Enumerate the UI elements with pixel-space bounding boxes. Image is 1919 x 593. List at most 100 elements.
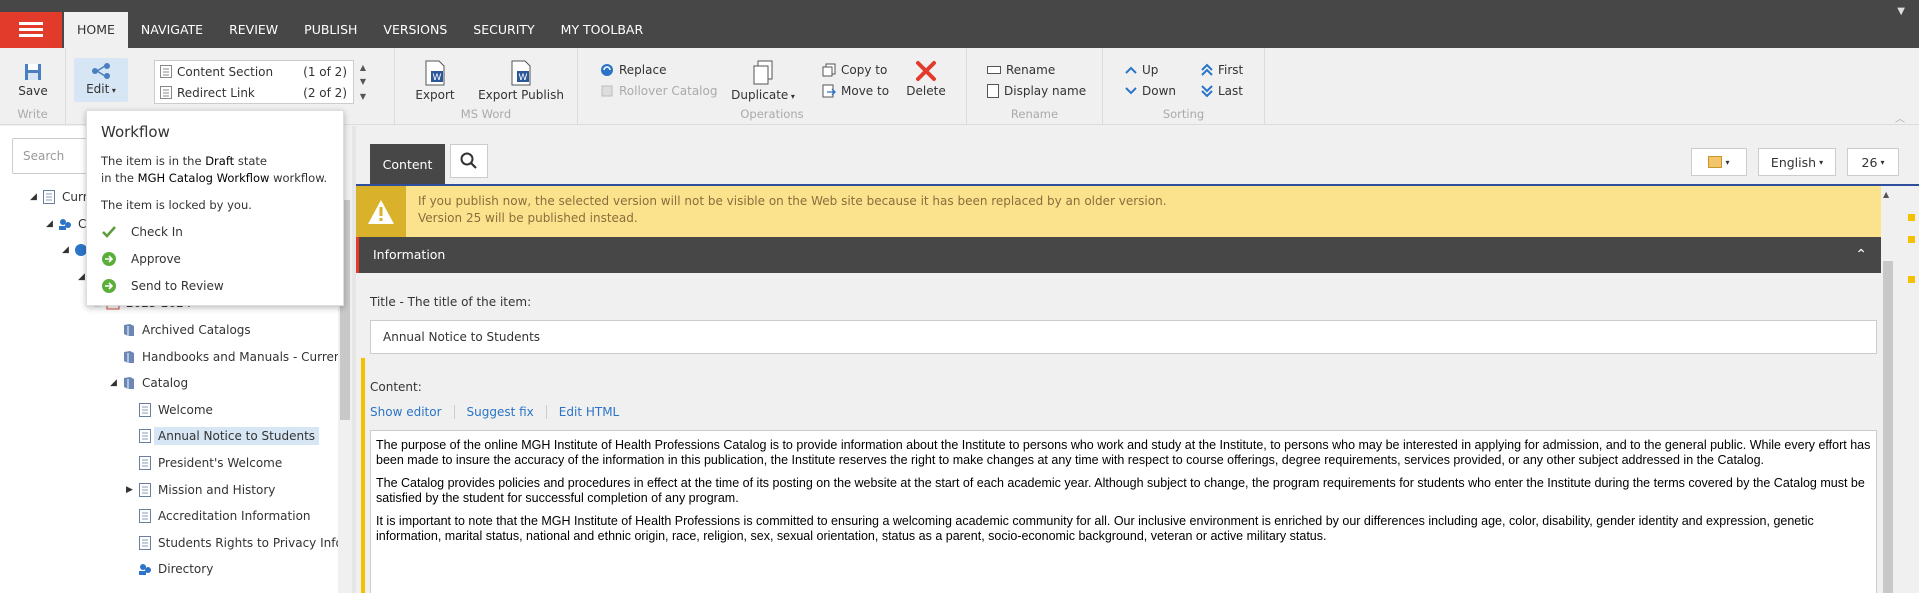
collapse-arrow-icon[interactable]: ◢: [30, 192, 42, 202]
tree-item[interactable]: Directory: [126, 558, 213, 580]
page-icon: [138, 402, 158, 417]
chevron-down-icon[interactable]: ▼: [360, 77, 366, 86]
card-icon: [1708, 156, 1723, 168]
show-editor-link[interactable]: Show editor: [370, 405, 454, 419]
tree-item[interactable]: Archived Catalogs: [110, 319, 251, 341]
version-select[interactable]: 26 ▾: [1847, 148, 1899, 176]
check-in-action[interactable]: Check In: [101, 218, 329, 245]
chevron-up-icon: [1125, 66, 1137, 74]
tree-item[interactable]: Students Rights to Privacy Infor: [126, 532, 348, 554]
tree-item[interactable]: Welcome: [126, 399, 213, 421]
delete-button[interactable]: Delete: [904, 60, 948, 98]
marker[interactable]: [1908, 236, 1915, 243]
tree-item-label: Annual Notice to Students: [154, 427, 320, 446]
editor-scrollbar[interactable]: ▲: [1881, 186, 1895, 593]
arrow-right-circle-icon: [102, 278, 116, 293]
warning-subtext: Version 25 will be published instead.: [418, 211, 638, 225]
tab-my-toolbar[interactable]: MY TOOLBAR: [548, 12, 656, 48]
double-chevron-down-icon: [1201, 85, 1213, 98]
edit-button[interactable]: Edit ▾: [74, 58, 128, 102]
export-button[interactable]: W Export: [413, 60, 457, 102]
tree-item[interactable]: Handbooks and Manuals - Curren: [110, 346, 342, 368]
workflow-state-text: The item is in the Draft state in the MG…: [101, 154, 328, 185]
gallery-scroll[interactable]: ▲ ▼ ▼: [356, 60, 370, 104]
display-name-button[interactable]: Display name: [987, 84, 1086, 98]
tree-item-label: President's Welcome: [158, 456, 283, 470]
down-label: Down: [1142, 84, 1177, 98]
chevron-up-icon[interactable]: ⌃: [1855, 237, 1867, 273]
book-icon: [122, 376, 142, 390]
marker[interactable]: [1908, 214, 1915, 221]
gutter-options-button[interactable]: ▾: [1691, 148, 1747, 176]
tab-review[interactable]: REVIEW: [216, 12, 291, 48]
tree-item[interactable]: ◢ C: [46, 213, 86, 235]
gallery-item-content-section[interactable]: Content Section (1 of 2): [155, 61, 353, 82]
search-tab[interactable]: [450, 144, 488, 178]
duplicate-button[interactable]: Duplicate ▾: [730, 60, 796, 102]
menu-button[interactable]: [0, 12, 62, 48]
tab-versions[interactable]: VERSIONS: [370, 12, 460, 48]
rollover-icon: [601, 85, 613, 97]
page-icon: [987, 84, 999, 98]
rename-button[interactable]: Rename: [987, 63, 1055, 77]
page-icon: [42, 190, 62, 204]
tree-item[interactable]: Annual Notice to Students: [126, 425, 320, 447]
approve-action[interactable]: Approve: [101, 245, 329, 272]
collapse-arrow-icon[interactable]: ◢: [62, 245, 74, 255]
delete-icon: [916, 61, 936, 81]
replace-button[interactable]: Replace: [600, 63, 666, 77]
marker[interactable]: [1908, 276, 1915, 283]
collapse-arrow-icon[interactable]: ◢: [110, 378, 122, 388]
tree-item[interactable]: ◢ Catalog: [110, 372, 188, 394]
move-to-button[interactable]: Move to: [822, 84, 889, 98]
expand-icon[interactable]: ▼: [360, 92, 366, 101]
people-icon: [58, 217, 78, 231]
expand-arrow-icon[interactable]: ▶: [126, 485, 138, 495]
page-icon: [138, 509, 158, 524]
save-button[interactable]: Save: [14, 62, 52, 98]
top-bar: HOME NAVIGATE REVIEW PUBLISH VERSIONS SE…: [0, 0, 1919, 48]
section-header-information[interactable]: Information ⌃: [356, 237, 1881, 273]
collapse-ribbon-icon[interactable]: ︿: [1895, 110, 1905, 125]
rollover-catalog-button[interactable]: Rollover Catalog: [600, 84, 717, 98]
warning-icon: [356, 186, 406, 237]
group-label-sorting: Sorting: [1162, 107, 1205, 121]
workflow-popup: Workflow The item is in the Draft state …: [86, 110, 344, 306]
scrollbar-thumb[interactable]: [1883, 261, 1893, 593]
arrow-right-circle-icon: [102, 251, 116, 266]
tab-security[interactable]: SECURITY: [460, 12, 547, 48]
copy-to-button[interactable]: Copy to: [822, 63, 887, 77]
edit-html-link[interactable]: Edit HTML: [545, 405, 631, 419]
group-label-operations: Operations: [740, 107, 804, 121]
tree-item[interactable]: ◢ Curr: [30, 186, 88, 208]
chevron-up-icon[interactable]: ▲: [1883, 190, 1889, 199]
suggest-fix-link[interactable]: Suggest fix: [453, 405, 546, 419]
last-button[interactable]: Last: [1201, 84, 1243, 98]
tree-item[interactable]: President's Welcome: [126, 452, 282, 474]
first-button[interactable]: First: [1201, 63, 1243, 77]
tree-item-label: Archived Catalogs: [142, 323, 251, 337]
tree-item[interactable]: ▶ Mission and History: [126, 479, 275, 501]
chevron-up-icon[interactable]: ▲: [360, 63, 366, 72]
gallery-item-redirect-link[interactable]: Redirect Link (2 of 2): [155, 82, 353, 103]
down-button[interactable]: Down: [1125, 84, 1176, 98]
tree-item[interactable]: Accreditation Information: [126, 505, 311, 527]
title-input[interactable]: Annual Notice to Students: [370, 320, 1877, 354]
tab-home[interactable]: HOME: [64, 12, 128, 48]
content-editor-area: Content ▾ English ▾ 26 ▾ If you publish no…: [356, 126, 1919, 593]
rich-text-field[interactable]: The purpose of the online MGH Institute …: [370, 430, 1877, 593]
language-select[interactable]: English ▾: [1758, 148, 1836, 176]
export-publish-button[interactable]: W Export Publish: [475, 60, 567, 102]
tab-publish[interactable]: PUBLISH: [291, 12, 370, 48]
edit-label: Edit: [86, 82, 110, 96]
up-button[interactable]: Up: [1125, 63, 1158, 77]
tab-navigate[interactable]: NAVIGATE: [128, 12, 216, 48]
insert-gallery: Content Section (1 of 2) Redirect Link (…: [154, 60, 354, 104]
collapse-down-icon[interactable]: ▼: [1897, 6, 1905, 17]
word-icon: W: [511, 60, 531, 86]
tab-content[interactable]: Content: [370, 144, 445, 186]
tree-item-label: Handbooks and Manuals - Curren: [142, 349, 342, 364]
send-to-review-action[interactable]: Send to Review: [101, 272, 329, 299]
editor-links: Show editor Suggest fix Edit HTML: [370, 405, 631, 419]
collapse-arrow-icon[interactable]: ◢: [46, 219, 58, 229]
